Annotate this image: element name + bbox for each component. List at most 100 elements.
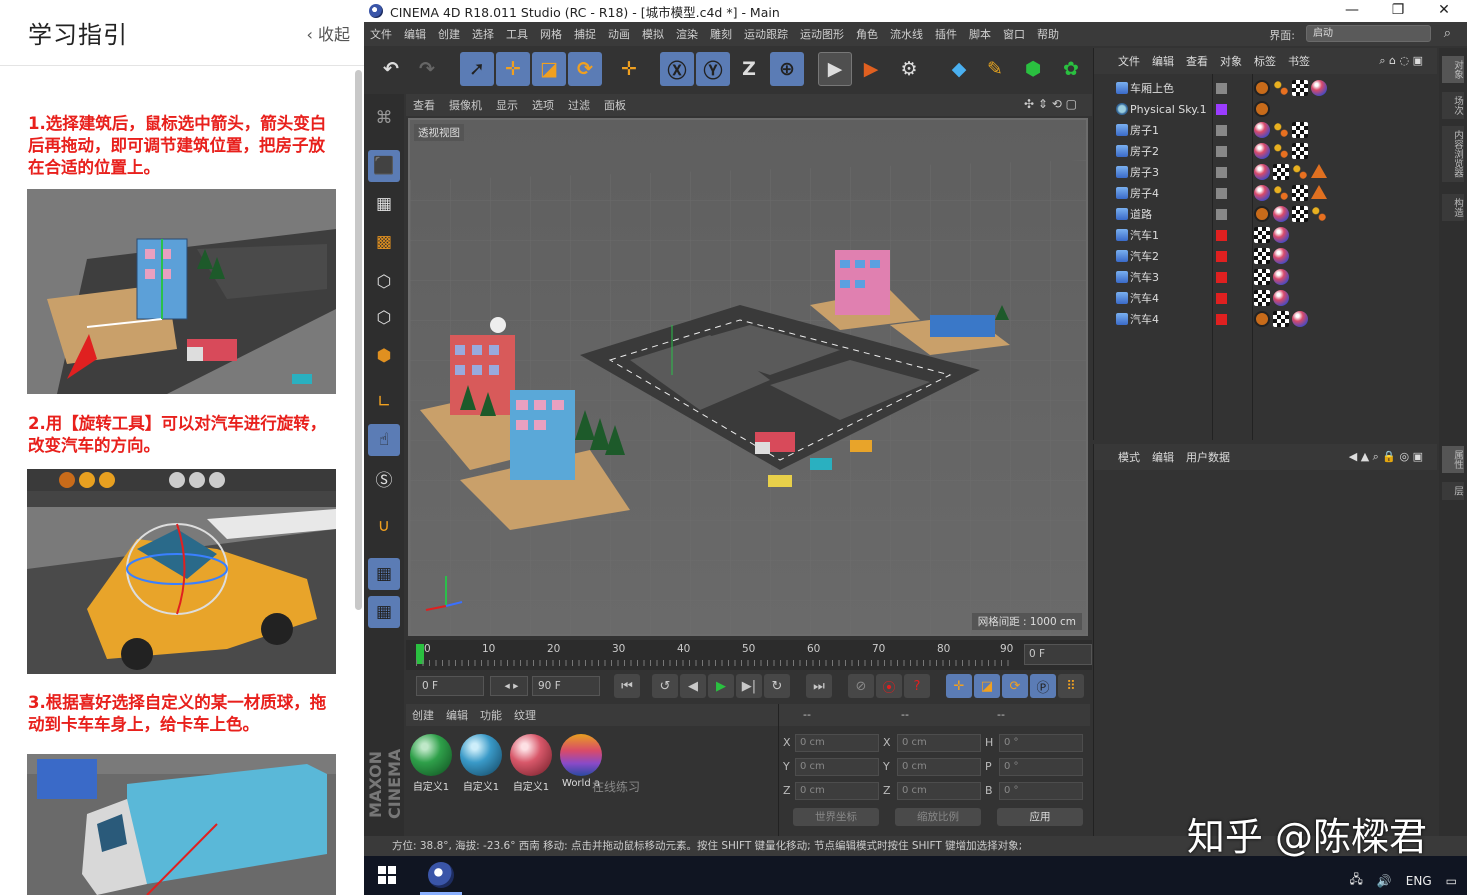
attr-menu-edit[interactable]: 编辑 (1146, 449, 1180, 465)
texture-tag-icon[interactable] (1292, 206, 1308, 222)
position-z-field[interactable]: 0 cm (795, 782, 879, 800)
minimize-button[interactable]: — (1329, 0, 1375, 22)
preview-start-field[interactable]: 0 F (416, 676, 484, 696)
volume-icon[interactable]: 🔊 (1377, 874, 1392, 888)
menu-script[interactable]: 脚本 (963, 26, 997, 42)
keyframe-selection-icon[interactable]: ? (904, 674, 930, 698)
object-row[interactable]: 车厢上色 (1094, 78, 1438, 99)
tab-takes[interactable]: 场次 (1442, 92, 1464, 119)
object-row[interactable]: 房子3 (1094, 162, 1438, 183)
redo-icon[interactable]: ↷ (410, 52, 444, 86)
tab-structure[interactable]: 构造 (1442, 194, 1464, 221)
rotate-tool-icon[interactable]: ⟳ (568, 52, 602, 86)
om-menu-bookmarks[interactable]: 书签 (1282, 53, 1316, 69)
menu-character[interactable]: 角色 (850, 26, 884, 42)
object-row[interactable]: 汽车1 (1094, 225, 1438, 246)
material-swatch-3[interactable]: 自定义1 (508, 732, 554, 798)
warning-tag-icon[interactable] (1311, 164, 1327, 178)
size-y-field[interactable]: 0 cm (897, 758, 981, 776)
collapse-button[interactable]: ‹ 收起 (307, 21, 351, 45)
menu-snap[interactable]: 捕捉 (568, 26, 602, 42)
phong-tag-icon[interactable] (1254, 206, 1270, 222)
move-tool-icon[interactable]: ✛ (496, 52, 530, 86)
network-icon[interactable]: 🖧 (1349, 870, 1362, 891)
object-row[interactable]: 汽车2 (1094, 246, 1438, 267)
material-menu-function[interactable]: 功能 (474, 707, 508, 723)
tab-layers[interactable]: 层 (1442, 482, 1464, 500)
make-editable-icon[interactable]: ⌘ (368, 102, 400, 134)
rotation-b-field[interactable]: 0 ° (999, 782, 1083, 800)
next-frame-icon[interactable]: ▶| (736, 674, 762, 698)
texture-tag-icon[interactable] (1292, 143, 1308, 159)
object-row[interactable]: Physical Sky.1 (1094, 99, 1438, 120)
texture-tag-icon[interactable] (1292, 122, 1308, 138)
attr-menu-userdata[interactable]: 用户数据 (1180, 449, 1236, 465)
search-icon[interactable]: ⌕ (1438, 26, 1457, 41)
layer-color-swatch[interactable] (1216, 146, 1227, 157)
cloner-icon[interactable]: ✿ (1054, 52, 1088, 86)
recent-tool-icon[interactable]: ✛ (612, 52, 646, 86)
layer-color-swatch[interactable] (1216, 167, 1227, 178)
menu-mesh[interactable]: 网格 (534, 26, 568, 42)
material-tag-icon[interactable] (1254, 143, 1270, 159)
previous-frame-icon[interactable]: ◀ (680, 674, 706, 698)
model-mode-icon[interactable]: ⬛ (368, 150, 400, 182)
y-axis-icon[interactable]: Ⓨ (696, 52, 730, 86)
go-to-start-icon[interactable]: ⏮ (614, 674, 640, 698)
render-picture-viewer-icon[interactable]: ▶ (854, 52, 888, 86)
key-point-level-icon[interactable]: ⠿ (1058, 674, 1084, 698)
object-row[interactable]: 房子1 (1094, 120, 1438, 141)
object-row[interactable]: 道路 (1094, 204, 1438, 225)
om-toolbar-icons[interactable]: ⌕ ⌂ ◌ ▣ (1373, 54, 1429, 68)
rotation-p-field[interactable]: 0 ° (999, 758, 1083, 776)
material-tag-icon[interactable] (1292, 311, 1308, 327)
tweak-mode-icon[interactable]: ☝ (368, 424, 400, 456)
material-tag-icon[interactable] (1273, 206, 1289, 222)
warning-tag-icon[interactable] (1311, 185, 1327, 199)
material-tag-icon[interactable] (1273, 227, 1289, 243)
menu-plugins[interactable]: 插件 (929, 26, 963, 42)
texture-tag-icon[interactable] (1273, 311, 1289, 327)
workplane-mode-icon[interactable]: ▩ (368, 226, 400, 258)
perspective-viewport[interactable]: 透视视图 网格间距 : 1000 cm (408, 118, 1088, 636)
layer-color-swatch[interactable] (1216, 188, 1227, 199)
subdivision-icon[interactable]: ⬢ (1016, 52, 1050, 86)
viewport-nav-icons[interactable]: ✣ ⇕ ⟲ ▢ (1017, 97, 1084, 111)
menu-window[interactable]: 窗口 (997, 26, 1031, 42)
notification-icon[interactable]: ▭ (1446, 874, 1457, 888)
layer-color-swatch[interactable] (1216, 209, 1227, 220)
layer-color-swatch[interactable] (1216, 272, 1227, 283)
menu-render[interactable]: 渲染 (670, 26, 704, 42)
object-row[interactable]: 房子4 (1094, 183, 1438, 204)
display-tag-icon[interactable] (1273, 80, 1289, 96)
record-active-icon[interactable]: ⊘ (848, 674, 874, 698)
layer-color-swatch[interactable] (1216, 230, 1227, 241)
snap-magnet-icon[interactable]: ∪ (368, 510, 400, 542)
world-coordinates-icon[interactable]: ⊕ (770, 52, 804, 86)
go-to-end-icon[interactable]: ⏭ (806, 674, 832, 698)
layer-color-swatch[interactable] (1216, 125, 1227, 136)
viewport-menu-filter[interactable]: 过滤 (561, 97, 597, 113)
om-menu-view[interactable]: 查看 (1180, 53, 1214, 69)
menu-pipeline[interactable]: 流水线 (884, 26, 929, 42)
live-selection-icon[interactable]: ➚ (460, 52, 494, 86)
windows-start-icon[interactable] (378, 866, 396, 884)
menu-file[interactable]: 文件 (364, 26, 398, 42)
menu-select[interactable]: 选择 (466, 26, 500, 42)
menu-create[interactable]: 创建 (432, 26, 466, 42)
planar-workplane-icon[interactable]: ▦ (368, 596, 400, 628)
menu-animate[interactable]: 动画 (602, 26, 636, 42)
layer-color-swatch[interactable] (1216, 104, 1227, 115)
object-row[interactable]: 汽车3 (1094, 267, 1438, 288)
display-tag-icon[interactable] (1292, 164, 1308, 180)
material-tag-icon[interactable] (1254, 122, 1270, 138)
material-tag-icon[interactable] (1254, 164, 1270, 180)
menu-tools[interactable]: 工具 (500, 26, 534, 42)
z-axis-icon[interactable]: Z (732, 52, 766, 86)
preview-end-field[interactable]: 90 F (532, 676, 600, 696)
om-menu-objects[interactable]: 对象 (1214, 53, 1248, 69)
viewport-menu-panel[interactable]: 面板 (597, 97, 633, 113)
guide-scrollbar[interactable] (355, 70, 362, 610)
texture-tag-icon[interactable] (1273, 164, 1289, 180)
size-z-field[interactable]: 0 cm (897, 782, 981, 800)
